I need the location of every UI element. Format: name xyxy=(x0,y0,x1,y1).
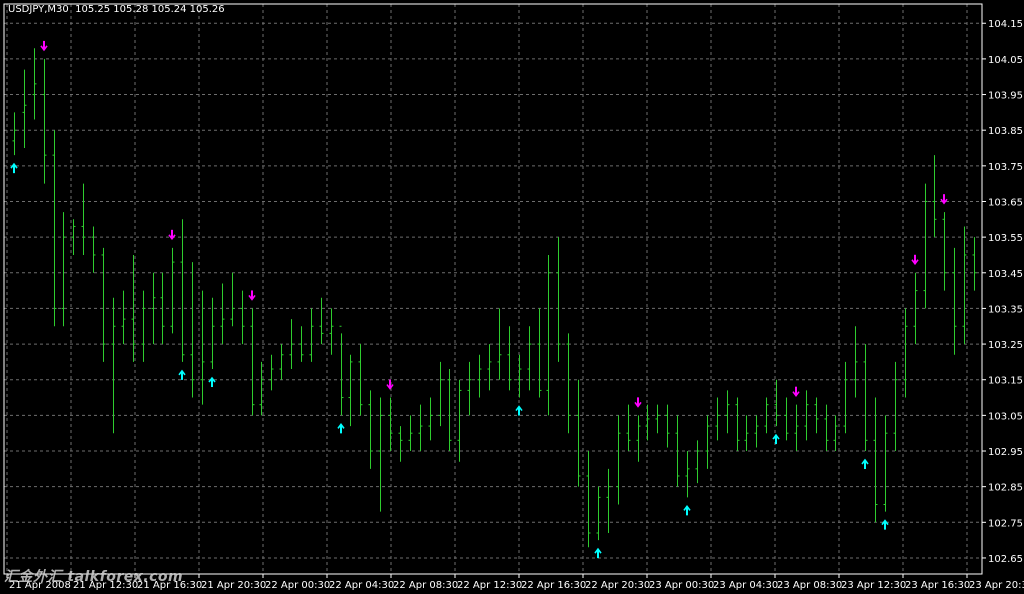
y-tick-label: 103.25 xyxy=(988,340,1023,351)
x-tick-label: 22 Apr 04:30 xyxy=(329,580,394,591)
x-tick-label: 23 Apr 00:30 xyxy=(649,580,714,591)
y-tick-label: 104.05 xyxy=(988,55,1023,66)
ohlc-values: 105.25 105.28 105.24 105.26 xyxy=(75,4,225,15)
x-tick-label: 23 Apr 16:30 xyxy=(905,580,970,591)
y-tick-label: 102.95 xyxy=(988,447,1023,458)
y-tick-label: 103.75 xyxy=(988,162,1023,173)
x-tick-label: 22 Apr 12:30 xyxy=(457,580,522,591)
y-tick-label: 103.45 xyxy=(988,269,1023,280)
chart-header: USDJPY,M30 105.25 105.28 105.24 105.26 xyxy=(8,4,225,15)
y-tick-label: 103.35 xyxy=(988,304,1023,315)
x-tick-label: 22 Apr 16:30 xyxy=(521,580,586,591)
y-tick-label: 103.15 xyxy=(988,376,1023,387)
x-tick-label: 21 Apr 20:30 xyxy=(201,580,266,591)
y-tick-label: 103.85 xyxy=(988,126,1023,137)
y-tick-label: 102.75 xyxy=(988,518,1023,529)
x-tick-label: 23 Apr 20:30 xyxy=(969,580,1024,591)
y-tick-label: 103.05 xyxy=(988,411,1023,422)
symbol-timeframe: USDJPY,M30 xyxy=(8,4,69,15)
x-tick-label: 22 Apr 08:30 xyxy=(393,580,458,591)
x-tick-label: 23 Apr 12:30 xyxy=(841,580,906,591)
y-tick-label: 103.55 xyxy=(988,233,1023,244)
y-tick-label: 104.15 xyxy=(988,19,1023,30)
y-tick-label: 103.95 xyxy=(988,91,1023,102)
watermark-logo: 汇金外汇 talkforex.com xyxy=(4,569,184,585)
y-tick-label: 102.85 xyxy=(988,483,1023,494)
y-tick-label: 102.65 xyxy=(988,554,1023,565)
x-tick-label: 22 Apr 00:30 xyxy=(265,580,330,591)
x-tick-label: 23 Apr 08:30 xyxy=(777,580,842,591)
price-chart[interactable]: 104.15 104.05 103.95 103.85 103.75 103.65 103.… xyxy=(0,0,1024,594)
x-tick-label: 22 Apr 20:30 xyxy=(585,580,650,591)
x-tick-label: 23 Apr 04:30 xyxy=(713,580,778,591)
y-tick-label: 103.65 xyxy=(988,197,1023,208)
